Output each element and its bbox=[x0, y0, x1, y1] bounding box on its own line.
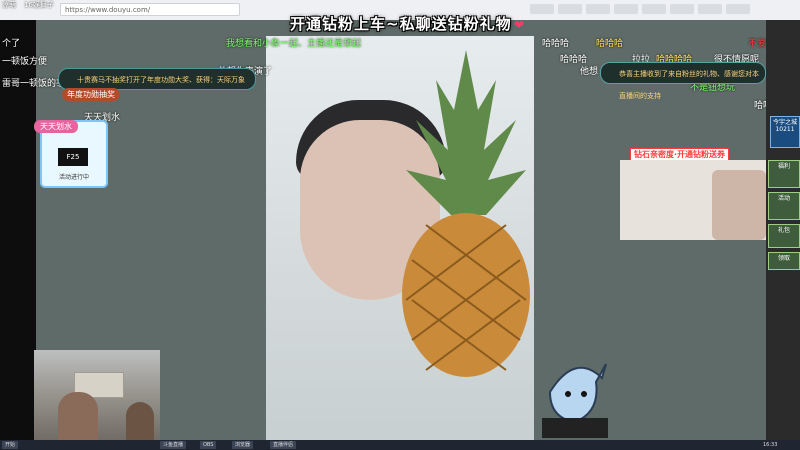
taskbar-clock: 16:33 bbox=[763, 442, 778, 448]
stream-title-banner: 开通钻粉上车~私聊送钻粉礼物 bbox=[290, 15, 512, 33]
taskbar: 开始 斗鱼直播 OBS 浏览器 直播伴侣 16:33 bbox=[0, 440, 800, 450]
top-left-line-1: 涼萌 bbox=[2, 1, 16, 9]
gift-notice-right: 恭喜主播收到了来自粉丝的礼物、感谢您对本直播间的支持 bbox=[600, 62, 766, 100]
stats-box[interactable]: 今宇之城 10211 bbox=[770, 116, 800, 148]
taskbar-item[interactable]: 斗鱼直播 bbox=[160, 441, 187, 449]
danmu-item: 一顿饭方便 bbox=[2, 57, 48, 67]
heart-icon: ❤ bbox=[514, 18, 525, 32]
sidebar-card[interactable]: 福利 bbox=[768, 160, 800, 188]
guest-face bbox=[712, 170, 766, 240]
danmu-item: 他想 bbox=[580, 67, 599, 77]
taskbar-item[interactable]: 浏览器 bbox=[232, 441, 254, 449]
browser-tab-icons[interactable] bbox=[530, 4, 750, 16]
streamer-webcam bbox=[34, 350, 160, 442]
event-label: 活动进行中 bbox=[58, 174, 89, 181]
top-left-line-2: 16娱舞子 bbox=[24, 1, 54, 9]
shark-mascot-icon bbox=[542, 363, 608, 438]
guest-figure bbox=[126, 402, 154, 442]
streamer-figure bbox=[58, 392, 98, 442]
event-logo: F25 bbox=[58, 148, 88, 166]
danmu-item: 哈哈哈 bbox=[542, 39, 570, 49]
sidebar-card[interactable]: 活动 bbox=[768, 192, 800, 220]
address-bar[interactable]: https://www.douyu.com/ bbox=[60, 3, 240, 16]
gift-notice-left: 十贵赛马不抽奖打开了年度功勋大奖、获得：天际万象 bbox=[58, 68, 256, 90]
taskbar-start-button[interactable]: 开始 bbox=[2, 441, 19, 449]
notice-tag-left[interactable]: 年度功勋抽奖 bbox=[62, 88, 120, 101]
sidebar-card[interactable]: 领取 bbox=[768, 252, 800, 270]
danmu-item: 我想看和小象一起、主播还是想起 bbox=[226, 39, 362, 49]
taskbar-item[interactable]: OBS bbox=[200, 441, 217, 449]
pineapple-image bbox=[402, 50, 530, 377]
event-ribbon: 天天划水 bbox=[34, 120, 78, 133]
guest-webcam bbox=[620, 160, 766, 240]
danmu-item: 哈哈哈 bbox=[596, 39, 624, 49]
sidebar-card[interactable]: 礼包 bbox=[768, 224, 800, 248]
taskbar-item[interactable]: 直播伴侣 bbox=[270, 441, 297, 449]
danmu-item: 个了 bbox=[2, 39, 21, 49]
danmu-item: 雷哥一顿饭的事 bbox=[2, 79, 66, 89]
